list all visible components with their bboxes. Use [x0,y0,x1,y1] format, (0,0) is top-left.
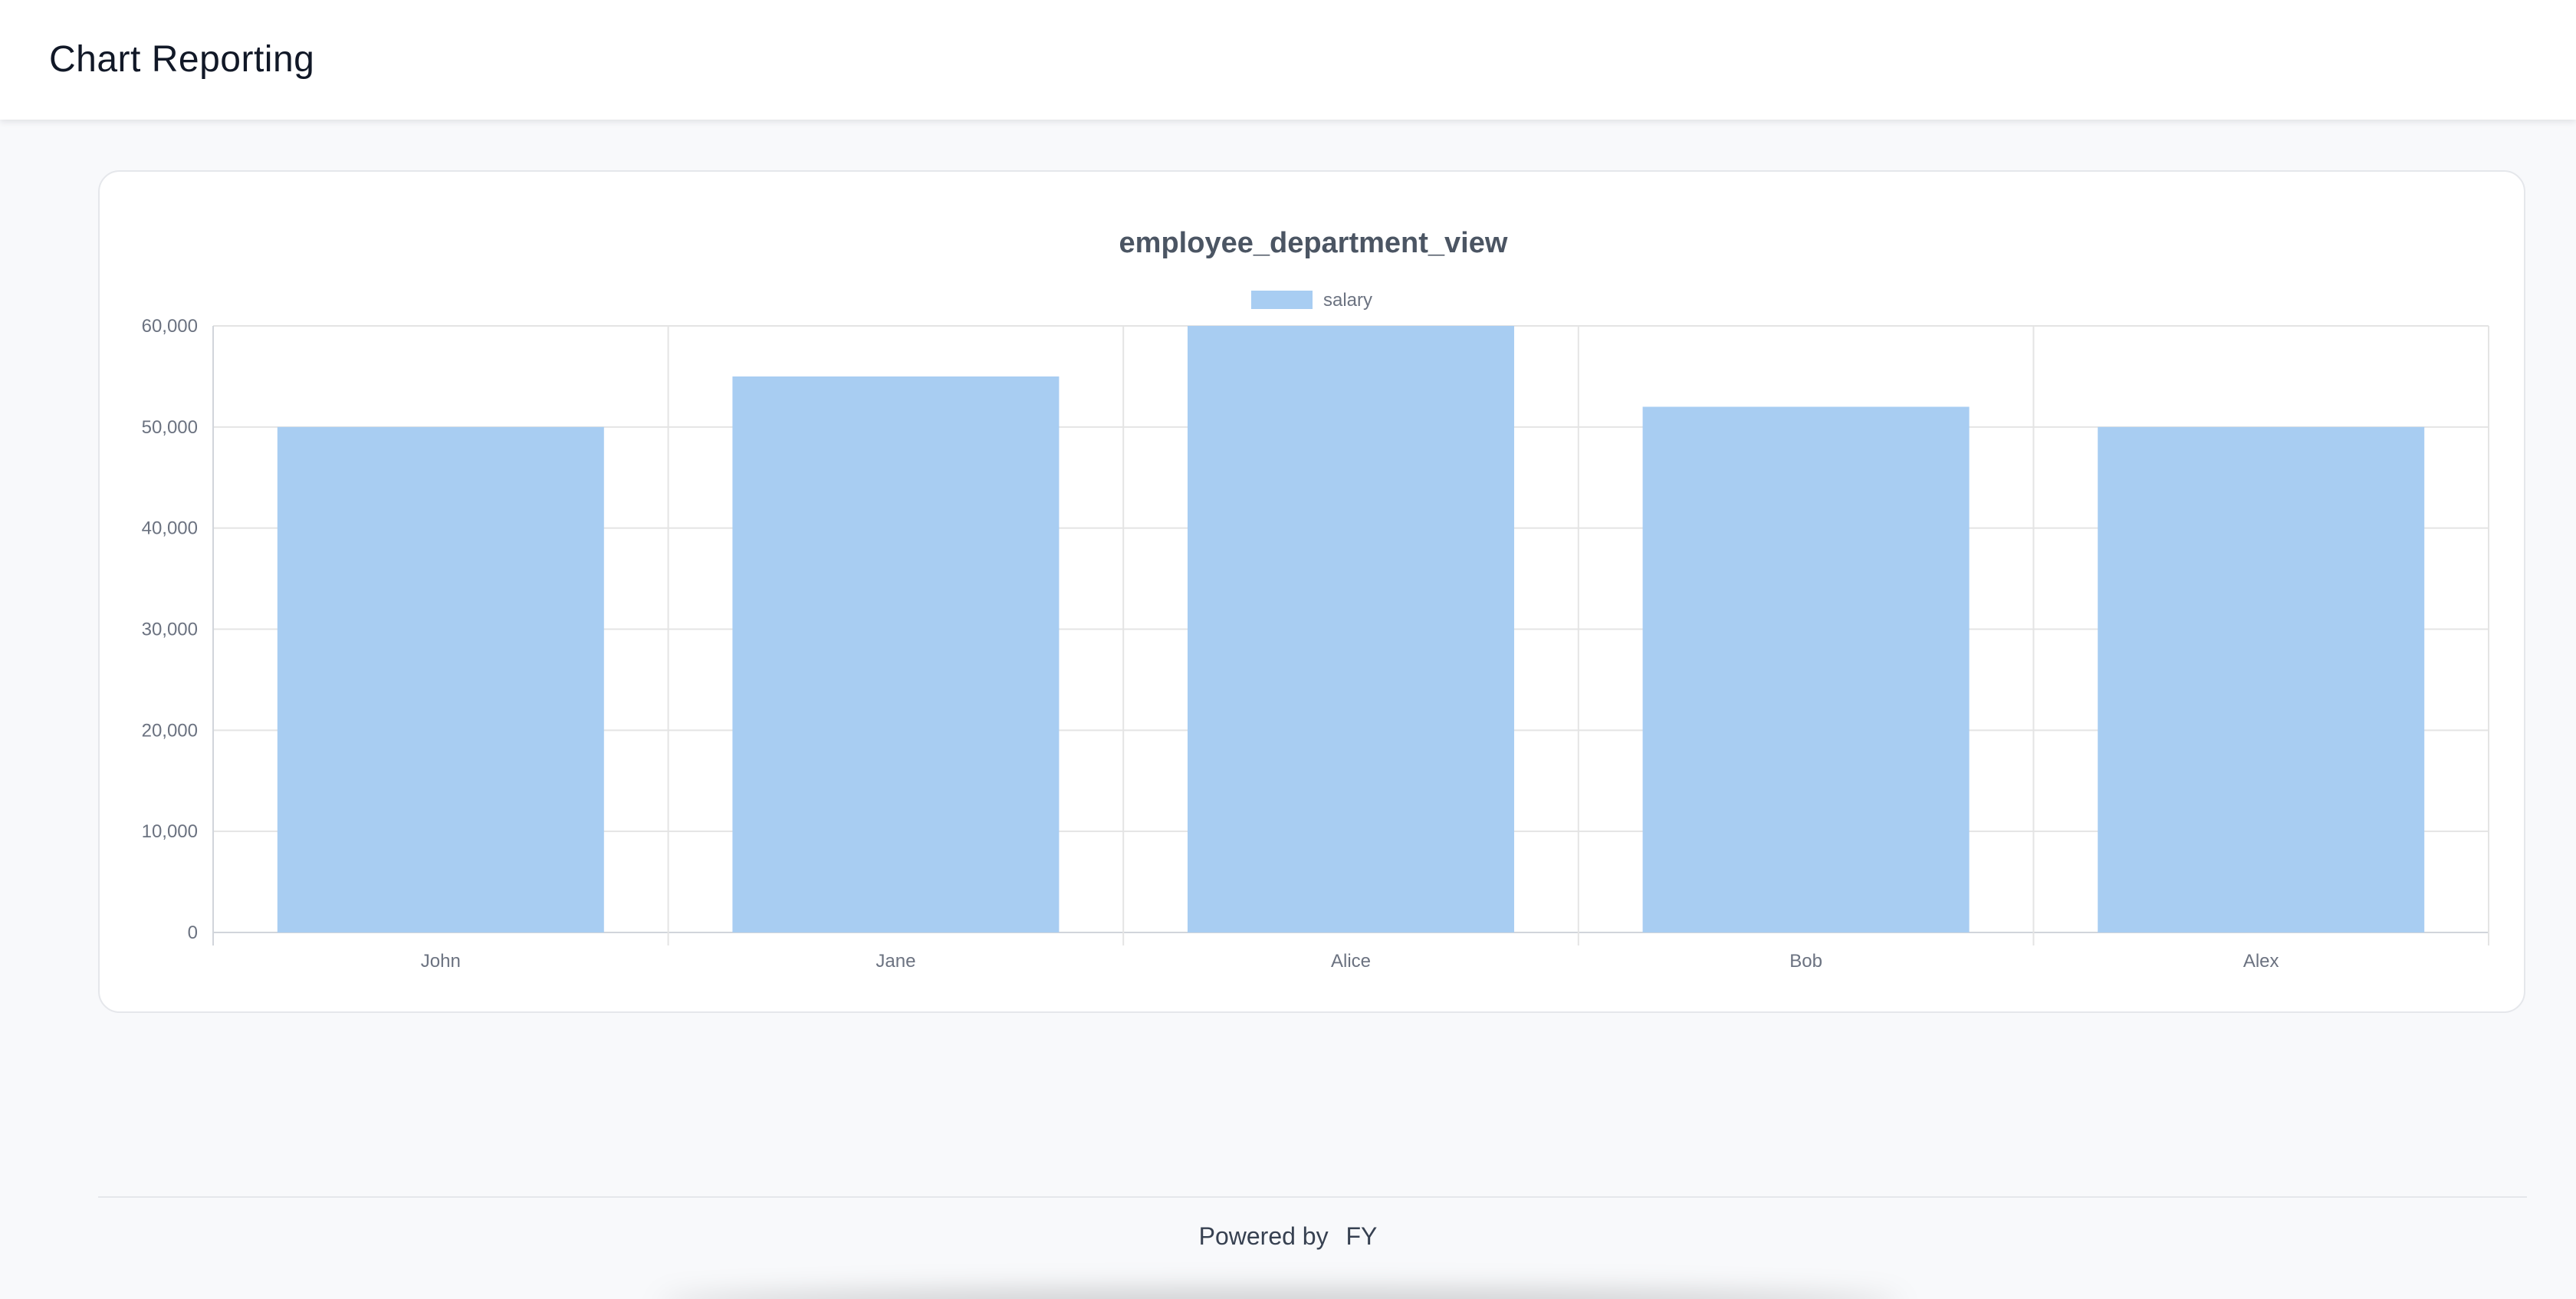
footer: Powered by FY [0,1218,2576,1255]
footer-brand: FY [1346,1222,1378,1250]
bar-john [277,426,604,932]
footer-powered-by: Powered by [1198,1222,1329,1250]
legend-swatch [1251,291,1313,309]
y-axis-tick-label: 10,000 [142,821,198,842]
bottom-shadow [659,1291,1901,1299]
x-axis-label-bob: Bob [1789,951,1822,972]
bar-alex [2098,426,2425,932]
footer-divider [98,1196,2527,1198]
chart-legend: salary [1251,290,1372,311]
page-title: Chart Reporting [49,39,315,80]
bar-series-salary [277,326,2425,933]
x-axis-label-alice: Alice [1331,951,1371,972]
x-axis-label-jane: Jane [876,951,915,972]
bar-jane [732,376,1060,933]
app-header: Chart Reporting [0,0,2576,120]
app-window: Chart Reporting employee_department_view… [0,0,2576,1299]
x-axis-label-john: John [421,951,461,972]
chart-plot-area: 0 10,000 20,000 30,000 40,000 50,000 60,000 Joh… [142,316,2489,972]
y-axis-tick-label: 60,000 [142,316,198,337]
bar-bob [1642,406,1970,932]
bar-alice [1188,326,1514,932]
y-axis-tick-label: 0 [188,922,198,943]
y-axis-tick-label: 30,000 [142,620,198,640]
y-axis-tick-label: 20,000 [142,720,198,741]
y-axis-tick-label: 50,000 [142,417,198,438]
chart-card: employee_department_view salary 0 10,000 2… [98,170,2525,1013]
bar-chart: employee_department_view salary 0 10,000 2… [142,227,2489,972]
chart-title: employee_department_view [1119,227,1508,259]
legend-label: salary [1323,290,1372,311]
y-axis-tick-label: 40,000 [142,518,198,539]
x-axis-label-alex: Alex [2243,951,2279,972]
